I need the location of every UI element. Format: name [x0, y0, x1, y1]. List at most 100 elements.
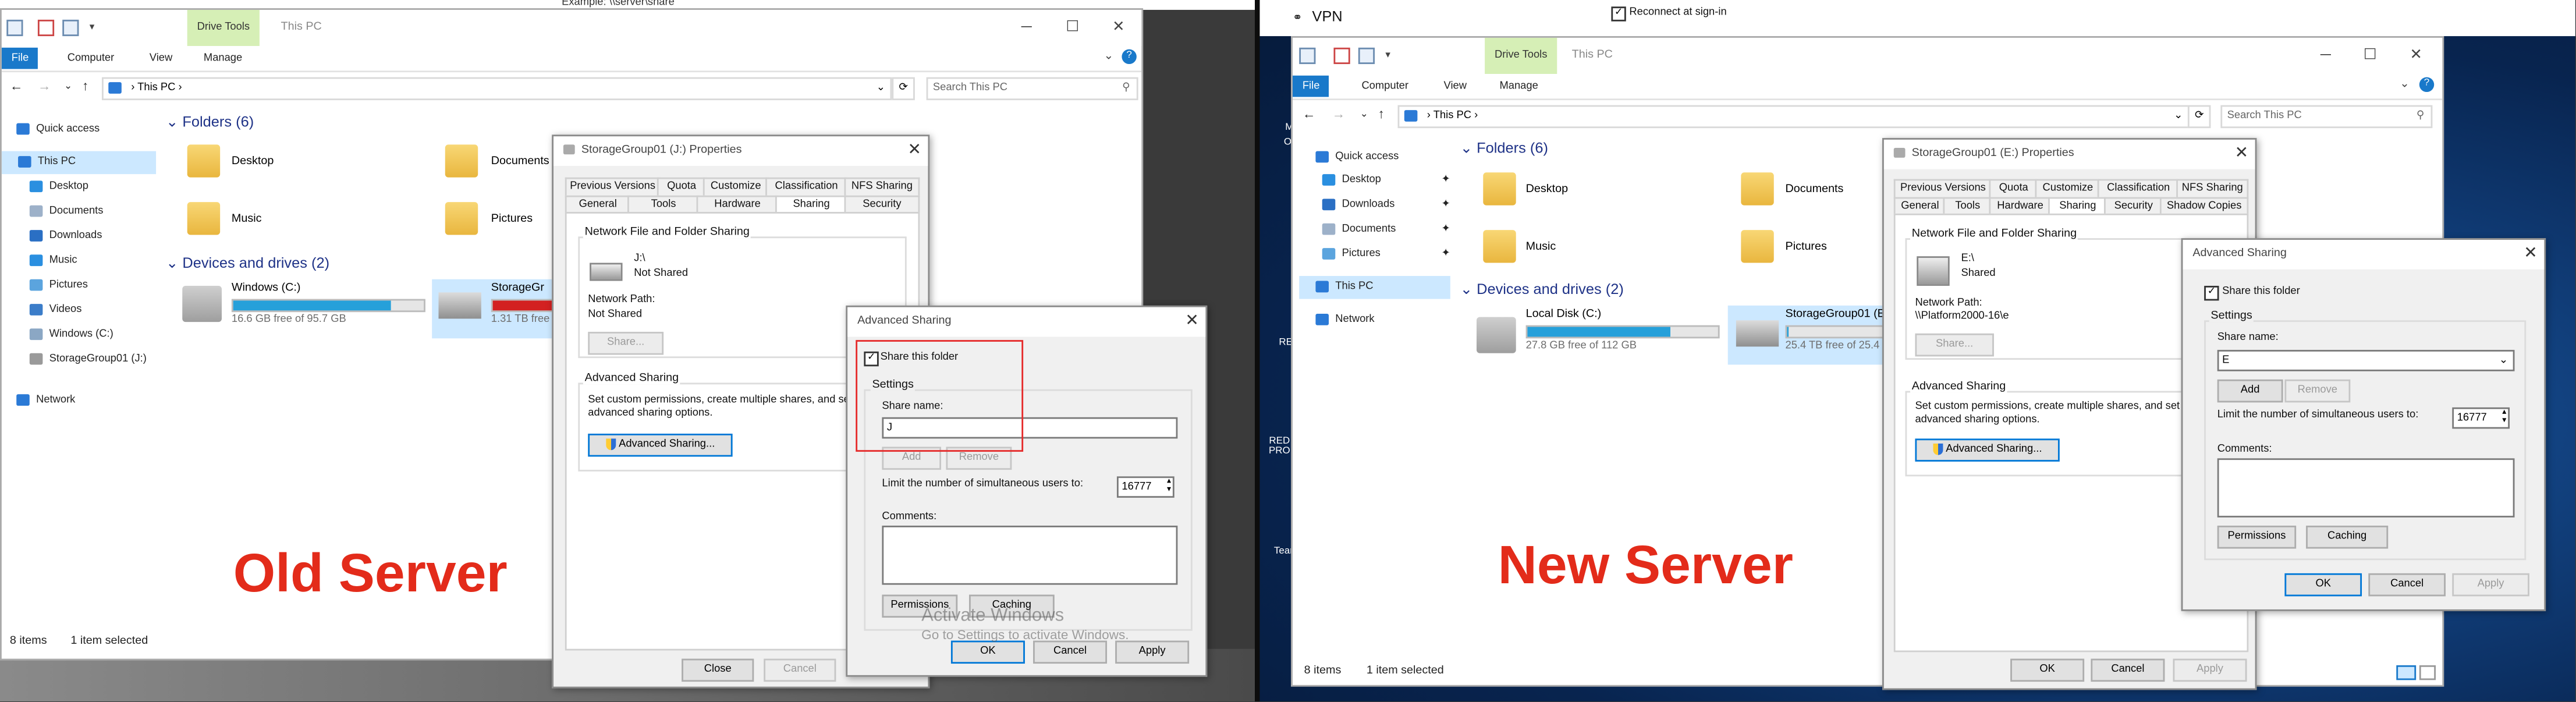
pc-icon[interactable]: [1299, 47, 1316, 65]
advanced-sharing-button[interactable]: Advanced Sharing...: [1915, 438, 2060, 462]
tab-tools[interactable]: Tools: [1943, 197, 1993, 215]
nav-item-music[interactable]: Music: [29, 250, 77, 273]
back-icon[interactable]: ←: [10, 79, 23, 93]
vpn-label[interactable]: ⚭ VPN: [1293, 8, 1343, 24]
nav-item-storagegroup-j[interactable]: StorageGroup01 (J:): [29, 348, 147, 371]
close-button[interactable]: ✕: [2404, 44, 2428, 64]
cancel-button[interactable]: Cancel: [2368, 573, 2446, 597]
drive-c-name[interactable]: Local Disk (C:): [1526, 309, 1602, 321]
share-name-dropdown[interactable]: E ⌄: [2217, 350, 2515, 371]
forward-icon[interactable]: →: [1332, 107, 1346, 121]
nav-network[interactable]: Network: [1315, 309, 1375, 332]
spin-arrows-icon[interactable]: ▴ ▾: [1167, 477, 1171, 494]
tab-classification[interactable]: Classification: [765, 177, 848, 196]
comments-field[interactable]: [882, 526, 1178, 585]
nav-item-pictures[interactable]: Pictures ✦: [1322, 243, 1450, 267]
properties-close-icon[interactable]: ✕: [2235, 143, 2249, 166]
cancel-dialog-button[interactable]: Cancel: [764, 658, 836, 682]
address-bar[interactable]: › This PC › ⌄: [101, 77, 892, 101]
tab-general[interactable]: General: [1893, 197, 1947, 215]
drive-j-name[interactable]: StorageGr: [491, 282, 544, 294]
tab-nfs-sharing[interactable]: NFS Sharing: [844, 177, 920, 196]
large-icons-view-icon[interactable]: [2419, 665, 2436, 680]
ribbon-tab-computer[interactable]: Computer: [58, 48, 124, 69]
drives-header[interactable]: ⌄ Devices and drives (2): [1460, 281, 1624, 299]
help-icon[interactable]: ?: [1122, 49, 1137, 65]
ribbon-tab-manage[interactable]: Manage: [194, 48, 252, 69]
folders-header[interactable]: ⌄ Folders (6): [1460, 140, 1548, 158]
nav-this-pc[interactable]: This PC: [1, 151, 157, 175]
recent-dropdown-icon[interactable]: ⌄: [64, 80, 72, 92]
tab-security[interactable]: Security: [844, 195, 920, 214]
address-dropdown-icon[interactable]: ⌄: [877, 79, 885, 98]
reconnect-checkbox[interactable]: ✓: [1611, 6, 1626, 22]
advanced-sharing-close-icon[interactable]: ✕: [1185, 310, 1199, 334]
refresh-button[interactable]: ⟳: [892, 77, 915, 101]
apply-button[interactable]: Apply: [1115, 640, 1190, 664]
folder-documents[interactable]: Documents: [491, 156, 549, 168]
share-button[interactable]: Share...: [1915, 333, 1994, 357]
folder-pictures[interactable]: Pictures: [491, 214, 533, 225]
maximize-button[interactable]: ☐: [2358, 44, 2382, 64]
cancel-button[interactable]: Cancel: [1033, 640, 1108, 664]
pin-icon[interactable]: ✦: [1441, 218, 1450, 242]
caching-button[interactable]: Caching: [2306, 526, 2389, 549]
tab-security[interactable]: Security: [2103, 197, 2163, 215]
forward-icon[interactable]: →: [38, 79, 51, 93]
up-icon[interactable]: ↑: [1378, 107, 1385, 121]
tab-general[interactable]: General: [565, 195, 631, 214]
nav-quick-access[interactable]: Quick access: [16, 118, 100, 141]
nav-item-documents[interactable]: Documents: [29, 200, 103, 224]
nav-item-videos[interactable]: Videos: [29, 299, 81, 322]
nav-item-documents[interactable]: Documents ✦: [1322, 218, 1450, 242]
folder-documents-icon[interactable]: [1741, 172, 1774, 205]
address-dropdown-icon[interactable]: ⌄: [2174, 107, 2183, 126]
help-icon[interactable]: ?: [2419, 77, 2435, 93]
tab-nfs-sharing[interactable]: NFS Sharing: [2176, 179, 2249, 197]
details-view-icon[interactable]: [2396, 665, 2417, 680]
limit-users-spinner[interactable]: 16777 ▴ ▾: [1116, 476, 1175, 498]
tab-shadow-copies[interactable]: Shadow Copies: [2159, 197, 2249, 215]
new-folder-icon[interactable]: [62, 19, 79, 37]
ok-button[interactable]: OK: [2284, 573, 2362, 597]
nav-item-desktop[interactable]: Desktop ✦: [1322, 169, 1450, 193]
share-folder-label[interactable]: Share this folder: [2222, 286, 2300, 297]
refresh-button[interactable]: ⟳: [2187, 105, 2211, 129]
folder-music-icon[interactable]: [187, 202, 221, 235]
up-icon[interactable]: ↑: [82, 79, 88, 93]
folder-music[interactable]: Music: [1526, 242, 1556, 253]
spin-arrows-icon[interactable]: ▴ ▾: [2502, 408, 2506, 426]
ribbon-tab-file[interactable]: File: [1292, 75, 1330, 97]
new-folder-icon[interactable]: [1358, 47, 1375, 65]
tab-quota[interactable]: Quota: [657, 177, 707, 196]
apply-button[interactable]: Apply: [2452, 573, 2529, 597]
add-share-button[interactable]: Add: [2217, 379, 2283, 403]
advanced-sharing-button[interactable]: Advanced Sharing...: [588, 434, 733, 457]
limit-users-spinner[interactable]: 16777 ▴ ▾: [2452, 407, 2510, 429]
remove-share-button[interactable]: Remove: [2284, 379, 2351, 403]
cancel-dialog-button[interactable]: Cancel: [2091, 658, 2165, 682]
pc-icon[interactable]: [6, 19, 23, 37]
tab-tools[interactable]: Tools: [627, 195, 700, 214]
properties-icon[interactable]: [37, 19, 55, 37]
ribbon-tab-manage[interactable]: Manage: [1490, 76, 1548, 97]
properties-close-icon[interactable]: ✕: [907, 140, 921, 163]
ok-button[interactable]: OK: [950, 640, 1025, 664]
drive-tools-tab[interactable]: Drive Tools: [187, 9, 260, 47]
reconnect-label[interactable]: Reconnect at sign-in: [1629, 6, 1726, 18]
folder-documents[interactable]: Documents: [1786, 184, 1844, 196]
tab-hardware[interactable]: Hardware: [696, 195, 779, 214]
nav-item-downloads[interactable]: Downloads ✦: [1322, 194, 1450, 217]
maximize-button[interactable]: ☐: [1061, 16, 1084, 36]
ok-dialog-button[interactable]: OK: [2010, 658, 2085, 682]
tab-customize[interactable]: Customize: [2035, 179, 2101, 197]
folder-desktop-icon[interactable]: [1483, 172, 1516, 205]
ribbon-tab-computer[interactable]: Computer: [1352, 76, 1418, 97]
tab-previous-versions[interactable]: Previous Versions: [1893, 179, 1993, 197]
share-folder-checkbox[interactable]: ✓: [2204, 286, 2219, 301]
ribbon-expand-icon[interactable]: ⌄: [1097, 48, 1120, 68]
nav-item-downloads[interactable]: Downloads: [29, 225, 102, 249]
tab-classification[interactable]: Classification: [2097, 179, 2180, 197]
permissions-button[interactable]: Permissions: [2217, 526, 2297, 549]
comments-field[interactable]: [2217, 458, 2515, 517]
